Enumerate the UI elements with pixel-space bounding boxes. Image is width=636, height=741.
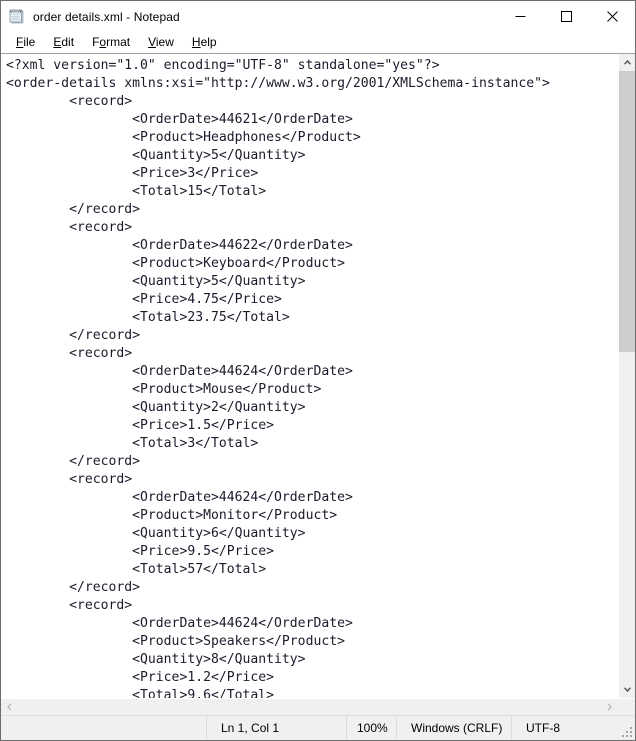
scroll-down-button[interactable]	[619, 681, 635, 698]
notepad-icon	[9, 9, 25, 25]
notepad-window: order details.xml - Notepad File Edit Fo…	[0, 0, 636, 741]
menu-item-format[interactable]: Format	[83, 32, 139, 53]
text-editor[interactable]: <?xml version="1.0" encoding="UTF-8" sta…	[6, 57, 618, 698]
status-line-endings: Windows (CRLF)	[396, 716, 511, 740]
close-button[interactable]	[589, 1, 635, 32]
status-bar-spacer	[1, 716, 206, 740]
resize-grip-icon[interactable]	[622, 727, 632, 737]
status-zoom-level[interactable]: 100%	[346, 716, 396, 740]
vertical-scrollbar[interactable]	[618, 54, 635, 698]
menu-bar: File Edit Format View Help	[1, 32, 635, 53]
window-title: order details.xml - Notepad	[33, 9, 180, 24]
title-bar[interactable]: order details.xml - Notepad	[1, 1, 635, 32]
window-controls	[497, 1, 635, 32]
vertical-scrollbar-thumb[interactable]	[619, 71, 635, 352]
menu-item-help[interactable]: Help	[183, 32, 226, 53]
minimize-button[interactable]	[497, 1, 543, 32]
status-encoding: UTF-8	[511, 716, 635, 740]
scroll-right-button[interactable]	[601, 699, 618, 716]
scroll-up-button[interactable]	[619, 54, 635, 71]
scroll-left-button[interactable]	[1, 699, 18, 716]
maximize-button[interactable]	[543, 1, 589, 32]
status-cursor-position: Ln 1, Col 1	[206, 716, 346, 740]
menu-item-file[interactable]: File	[7, 32, 44, 53]
scrollbar-corner	[618, 699, 635, 716]
client-area: <?xml version="1.0" encoding="UTF-8" sta…	[1, 53, 635, 698]
horizontal-scrollbar[interactable]	[1, 698, 635, 716]
status-bar: Ln 1, Col 1 100% Windows (CRLF) UTF-8	[1, 715, 635, 740]
menu-item-view[interactable]: View	[139, 32, 183, 53]
menu-item-edit[interactable]: Edit	[44, 32, 83, 53]
editor-viewport[interactable]: <?xml version="1.0" encoding="UTF-8" sta…	[1, 54, 618, 698]
